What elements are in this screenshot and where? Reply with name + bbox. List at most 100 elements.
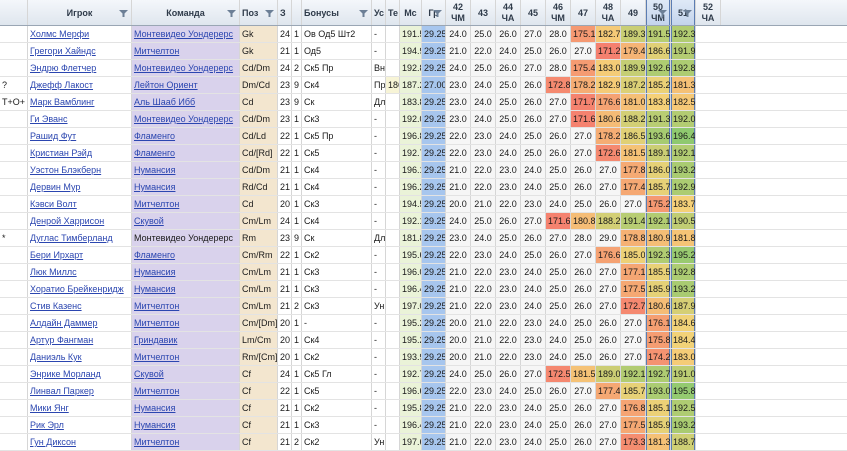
column-header-0[interactable] (0, 0, 28, 25)
team-name[interactable]: Фламенго (132, 145, 240, 161)
table-row[interactable]: Уэстон БлэкбернНумансияCd/Dm211Ск4-196.1… (0, 162, 847, 179)
team-name[interactable]: Митчелтон (132, 298, 240, 314)
team-name[interactable]: Нумансия (132, 417, 240, 433)
table-row[interactable]: Рик ЭрлНумансияCf211Ск3-196.429.2521.022… (0, 417, 847, 434)
team-name[interactable]: Фламенго (132, 128, 240, 144)
team-name[interactable]: Монтевидео Уондерерс (132, 26, 240, 42)
team-name[interactable]: Фламенго (132, 247, 240, 263)
team-name[interactable]: Монтевидео Уондерерс (132, 111, 240, 127)
player-name[interactable]: Гун Диксон (28, 434, 132, 450)
table-row[interactable]: Стив КазенсМитчелтонCm/Lm212Ск3Ун 197.029… (0, 298, 847, 315)
team-name[interactable]: Митчелтон (132, 383, 240, 399)
column-header-7[interactable]: Ус (372, 0, 386, 25)
table-row[interactable]: Т+О+ Марк Вамблинг Аль Шааб Ибб Cd 23 9 Ск Дл 18… (0, 94, 847, 111)
column-header-20[interactable]: 51 (671, 0, 696, 25)
team-name[interactable]: Нумансия (132, 400, 240, 416)
player-name[interactable]: Холмс Мерфи (28, 26, 132, 42)
column-header-4[interactable]: З (278, 0, 292, 25)
player-name[interactable]: Ги Эванс (28, 111, 132, 127)
filter-icon[interactable] (658, 10, 667, 17)
filter-icon[interactable] (119, 10, 128, 17)
column-header-14[interactable]: 45 (521, 0, 546, 25)
player-name[interactable]: Дуглас Тимберланд (28, 230, 132, 246)
player-name[interactable]: Люк Миллс (28, 264, 132, 280)
player-name[interactable]: Стив Казенс (28, 298, 132, 314)
filter-icon[interactable] (359, 10, 368, 17)
team-name[interactable]: Скувой (132, 366, 240, 382)
table-row[interactable]: Эндрю Флетчер Монтевидео Уондерерс Cd/Dm 24… (0, 60, 847, 77)
player-name[interactable]: Марк Вамблинг (28, 94, 132, 110)
column-header-13[interactable]: 44 ЧА (496, 0, 521, 25)
team-name[interactable]: Нумансия (132, 264, 240, 280)
team-name[interactable]: Нумансия (132, 179, 240, 195)
filter-icon[interactable] (433, 10, 442, 17)
player-name[interactable]: Уэстон Блэкберн (28, 162, 132, 178)
column-header-12[interactable]: 43 (471, 0, 496, 25)
player-name[interactable]: Эндрю Флетчер (28, 60, 132, 76)
team-name[interactable]: Нумансия (132, 281, 240, 297)
team-name[interactable]: Монтевидео Уондерерс (132, 230, 240, 246)
table-row[interactable]: Холмс Мерфи Монтевидео Уондерерс Gk 24 1 Ов О… (0, 26, 847, 43)
filter-icon[interactable] (265, 10, 274, 17)
player-name[interactable]: Артур Фангман (28, 332, 132, 348)
table-row[interactable]: Дервин МурНумансияRd/Cd211Ск4-196.229.25… (0, 179, 847, 196)
table-row[interactable]: Бери ИрхартФламенгоCm/Rm221Ск2-195.629.2… (0, 247, 847, 264)
table-row[interactable]: * Дуглас Тимберланд Монтевидео Уондерерс Rm… (0, 230, 847, 247)
team-name[interactable]: Гриндавик (132, 332, 240, 348)
team-name[interactable]: Нумансия (132, 162, 240, 178)
team-name[interactable]: Митчелтон (132, 434, 240, 450)
table-row[interactable]: Грегори ХайндсМитчелтонGk211Од5-194.929.… (0, 43, 847, 60)
column-header-6[interactable]: Бонусы (302, 0, 372, 25)
player-name[interactable]: Хоратио Брейкенридж (28, 281, 132, 297)
player-name[interactable]: Линвал Паркер (28, 383, 132, 399)
team-name[interactable]: Митчелтон (132, 43, 240, 59)
player-name[interactable]: Рашид Фут (28, 128, 132, 144)
player-name[interactable]: Кэвси Волт (28, 196, 132, 212)
column-header-19[interactable]: 50 ЧМ (646, 0, 671, 25)
column-header-5[interactable] (292, 0, 302, 25)
player-name[interactable]: Алдайн Даммер (28, 315, 132, 331)
player-name[interactable]: Рик Эрл (28, 417, 132, 433)
table-row[interactable]: Артур ФангманГриндавикLm/Cm201Ск4-195.22… (0, 332, 847, 349)
table-row[interactable]: Хоратио Брейкенридж Нумансия Cm/Lm 21 1 Ск3-1… (0, 281, 847, 298)
filter-icon[interactable] (683, 10, 692, 17)
column-header-18[interactable]: 49 (621, 0, 646, 25)
table-row[interactable]: Кристиан РэйдФламенгоCd/[Rd]221Ск5-192.7… (0, 145, 847, 162)
player-name[interactable]: Мики Янг (28, 400, 132, 416)
player-name[interactable]: Даниэль Кук (28, 349, 132, 365)
team-name[interactable]: Митчелтон (132, 196, 240, 212)
player-name[interactable]: Дервин Мур (28, 179, 132, 195)
table-row[interactable]: Энрике МорландСкувойCf241Ск5 Гл-192.729.… (0, 366, 847, 383)
column-header-2[interactable]: Команда (132, 0, 240, 25)
team-name[interactable]: Лейтон Ориент (132, 77, 240, 93)
table-row[interactable]: Рашид ФутФламенгоCd/Ld221Ск5 Пр-196.829.… (0, 128, 847, 145)
table-row[interactable]: Линвал ПаркерМитчелтонCf221Ск5-196.629.2… (0, 383, 847, 400)
column-header-10[interactable]: Гр (422, 0, 446, 25)
team-name[interactable]: Скувой (132, 213, 240, 229)
player-name[interactable]: Энрике Морланд (28, 366, 132, 382)
team-name[interactable]: Монтевидео Уондерерс (132, 60, 240, 76)
column-header-16[interactable]: 47 (571, 0, 596, 25)
column-header-9[interactable]: Мс (400, 0, 422, 25)
player-name[interactable]: Бери Ирхарт (28, 247, 132, 263)
table-row[interactable]: Алдайн ДаммерМитчелтонCm/[Dm]201--195.22… (0, 315, 847, 332)
column-header-11[interactable]: 42 ЧМ (446, 0, 471, 25)
player-name[interactable]: Кристиан Рэйд (28, 145, 132, 161)
column-header-21[interactable]: 52 ЧА (696, 0, 721, 25)
column-header-15[interactable]: 46 ЧМ (546, 0, 571, 25)
column-header-3[interactable]: Поз (240, 0, 278, 25)
table-row[interactable]: Денрой ХаррисонСкувойCm/Lm241Ск4-192.129… (0, 213, 847, 230)
column-header-8[interactable]: Те (386, 0, 400, 25)
team-name[interactable]: Митчелтон (132, 349, 240, 365)
team-name[interactable]: Митчелтон (132, 315, 240, 331)
table-row[interactable]: Кэвси ВолтМитчелтонCd201Ск3-194.529.2520… (0, 196, 847, 213)
table-row[interactable]: Мики ЯнгНумансияCf211Ск2-195.829.2521.02… (0, 400, 847, 417)
table-row[interactable]: Гун ДиксонМитчелтонCf212Ск2Ун197.629.252… (0, 434, 847, 451)
column-header-1[interactable]: Игрок (28, 0, 132, 25)
table-row[interactable]: Ги Эванс Монтевидео Уондерерс Cd/Dm 23 1 Ск3-… (0, 111, 847, 128)
table-row[interactable]: ? Джефф Лакост Лейтон Ориент Dm/Cd 23 9 Ск4 Пр 1… (0, 77, 847, 94)
table-row[interactable]: Даниэль КукМитчелтонRm/[Cm]201Ск2-193.92… (0, 349, 847, 366)
table-row[interactable]: Люк МиллсНумансияCm/Lm211Ск3-196.029.252… (0, 264, 847, 281)
player-name[interactable]: Грегори Хайндс (28, 43, 132, 59)
player-name[interactable]: Джефф Лакост (28, 77, 132, 93)
